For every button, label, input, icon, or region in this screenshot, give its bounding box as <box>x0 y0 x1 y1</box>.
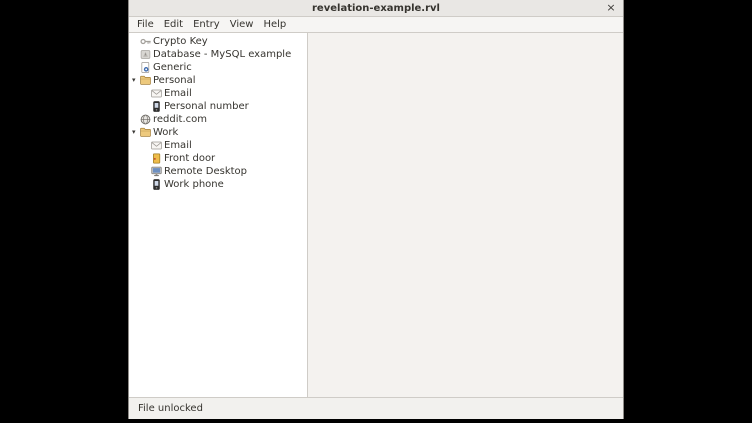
door-icon <box>151 153 162 164</box>
folder-icon <box>140 75 151 86</box>
tree-item-label: Crypto Key <box>153 35 208 48</box>
phone-icon <box>151 101 162 112</box>
phone-icon <box>151 179 162 190</box>
tree-row[interactable]: Email <box>129 87 307 100</box>
tree-item-label: Personal number <box>164 100 249 113</box>
folder-icon <box>140 127 151 138</box>
entry-detail-pane <box>308 33 623 397</box>
menubar: File Edit Entry View Help <box>129 17 623 33</box>
remote-desktop-icon <box>151 166 162 177</box>
tree-row[interactable]: Personal number <box>129 100 307 113</box>
tree-row[interactable]: Front door <box>129 152 307 165</box>
tree-row[interactable]: Remote Desktop <box>129 165 307 178</box>
content-area: Crypto Key Database - MySQL example Gene… <box>129 33 623 397</box>
tree-item-label: Database - MySQL example <box>153 48 291 61</box>
menu-item-label: Edit <box>164 19 183 30</box>
tree: Crypto Key Database - MySQL example Gene… <box>129 33 308 397</box>
tree-row[interactable]: ▾ Work <box>129 126 307 139</box>
menu-item-edit[interactable]: Edit <box>159 17 188 32</box>
email-icon <box>151 88 162 99</box>
titlebar[interactable]: revelation-example.rvl × <box>129 0 623 17</box>
menu-item-label: View <box>230 19 254 30</box>
tree-item-label: Email <box>164 139 192 152</box>
tree-item-label: Generic <box>153 61 192 74</box>
tree-item-label: Front door <box>164 152 215 165</box>
email-icon <box>151 140 162 151</box>
tree-item-label: Work phone <box>164 178 224 191</box>
expander-icon[interactable]: ▾ <box>131 74 140 87</box>
desktop-background: revelation-example.rvl × File Edit Entry… <box>0 0 752 423</box>
menu-item-help[interactable]: Help <box>258 17 291 32</box>
status-text: File unlocked <box>138 403 203 414</box>
tree-row[interactable]: Generic <box>129 61 307 74</box>
statusbar: File unlocked <box>129 397 623 419</box>
tree-item-label: reddit.com <box>153 113 207 126</box>
tree-row[interactable]: Work phone <box>129 178 307 191</box>
menu-item-label: File <box>137 19 154 30</box>
expander-icon[interactable]: ▾ <box>131 126 140 139</box>
menu-item-label: Entry <box>193 19 220 30</box>
tree-row[interactable]: Crypto Key <box>129 35 307 48</box>
tree-row[interactable]: Database - MySQL example <box>129 48 307 61</box>
tree-item-label: Remote Desktop <box>164 165 247 178</box>
tree-item-label: Email <box>164 87 192 100</box>
close-icon[interactable]: × <box>604 1 618 15</box>
tree-row[interactable]: ▾ Personal <box>129 74 307 87</box>
menu-item-label: Help <box>263 19 286 30</box>
menu-item-view[interactable]: View <box>225 17 259 32</box>
tree-row[interactable]: Email <box>129 139 307 152</box>
tree-item-label: Work <box>153 126 178 139</box>
generic-icon <box>140 62 151 73</box>
menu-item-file[interactable]: File <box>132 17 159 32</box>
key-icon <box>140 36 151 47</box>
app-window: revelation-example.rvl × File Edit Entry… <box>128 0 624 419</box>
tree-row[interactable]: reddit.com <box>129 113 307 126</box>
database-icon <box>140 49 151 60</box>
menu-item-entry[interactable]: Entry <box>188 17 225 32</box>
website-icon <box>140 114 151 125</box>
window-title: revelation-example.rvl <box>312 3 440 14</box>
tree-item-label: Personal <box>153 74 196 87</box>
